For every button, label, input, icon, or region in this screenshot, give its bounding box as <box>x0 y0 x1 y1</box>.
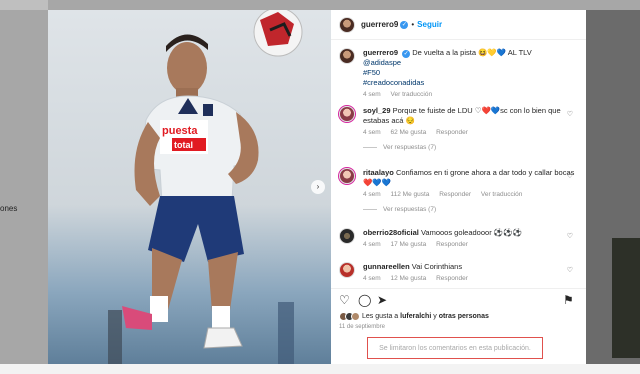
save-bookmark-icon[interactable]: ⚑ <box>563 293 574 307</box>
like-comment-heart-icon[interactable]: ♡ <box>567 266 573 274</box>
translate-link[interactable]: Ver traducción <box>391 91 433 98</box>
comment-panel: guerrero9 ✓ • Seguir guerrero9 ✓ De vuel… <box>331 10 586 364</box>
caption-username[interactable]: guerrero9 <box>363 48 398 57</box>
likes-prefix: Les gusta a <box>362 312 399 320</box>
likes-summary: Les gusta a luferalchi y otras personas <box>339 310 579 322</box>
like-heart-icon[interactable]: ♡ <box>339 293 350 307</box>
post-actions-bar: ♡ ◯ ➤ ⚑ <box>331 288 586 310</box>
comment-text: Vai Corinthians <box>411 262 463 271</box>
view-replies-link[interactable]: Ver respuestas (7) <box>363 144 579 151</box>
post-date: 11 de septiembre <box>339 324 385 330</box>
comment-text: Confiamos en ti grone ahora a dar todo y… <box>363 168 575 187</box>
reply-button[interactable]: Responder <box>436 129 468 136</box>
commenter-avatar[interactable] <box>339 262 355 278</box>
view-replies-link[interactable]: Ver respuestas (7) <box>363 206 579 213</box>
list-item: soyl_29 Porque te fuiste de LDU ♡❤️💙sc c… <box>339 106 579 151</box>
like-comment-heart-icon[interactable]: ♡ <box>567 232 573 240</box>
reply-button[interactable]: Responder <box>436 241 468 248</box>
caption-time: 4 sem <box>363 91 381 98</box>
comments-limited-notice: Se limitaron los comentarios en esta pub… <box>367 337 543 359</box>
comment-meta: 4 sem 112 Me gusta Responder Ver traducc… <box>363 191 579 198</box>
separator-dot: • <box>411 20 415 29</box>
comment-text-block: ritaalayo Confiamos en ti grone ahora a … <box>363 168 579 188</box>
comment-text-block: soyl_29 Porque te fuiste de LDU ♡❤️💙sc c… <box>363 106 579 126</box>
caption-text: De vuelta a la pista 😆💛💙 AL TLV <box>412 48 532 57</box>
reply-button[interactable]: Responder <box>436 275 468 282</box>
verified-badge-icon: ✓ <box>400 20 409 29</box>
caption-mention[interactable]: @adidaspe <box>363 58 401 67</box>
comment-likes[interactable]: 112 Me gusta <box>391 191 430 198</box>
comment-text: Vamooos goleadooor ⚽⚽⚽ <box>420 228 522 237</box>
comment-text-block: oberrio28oficial Vamooos goleadooor ⚽⚽⚽ <box>363 228 579 238</box>
verified-badge-icon: ✓ <box>402 50 411 58</box>
comment-time: 4 sem <box>363 191 381 198</box>
comment-meta: 4 sem 17 Me gusta Responder <box>363 241 579 248</box>
list-item: oberrio28oficial Vamooos goleadooor ⚽⚽⚽ … <box>339 228 579 248</box>
caption-avatar[interactable] <box>339 48 355 64</box>
carousel-next-button[interactable]: › <box>311 180 325 194</box>
author-avatar[interactable] <box>339 16 355 33</box>
top-band <box>0 0 640 10</box>
share-send-icon[interactable]: ➤ <box>377 293 387 307</box>
caption-text-block: guerrero9 ✓ De vuelta a la pista 😆💛💙 AL … <box>363 48 579 88</box>
caption-hashtag[interactable]: #F50 <box>363 68 380 77</box>
comment-text: Porque te fuiste de LDU ♡❤️💙sc con lo bi… <box>363 106 561 125</box>
comment-likes[interactable]: 17 Me gusta <box>391 241 427 248</box>
jersey-sponsor-bottom: total <box>174 140 193 150</box>
background-thumbnail <box>612 238 640 358</box>
reply-button[interactable]: Responder <box>439 191 471 198</box>
commenter-username[interactable]: ritaalayo <box>363 168 394 177</box>
commenter-username[interactable]: gunnareellen <box>363 262 410 271</box>
comment-meta: 4 sem 12 Me gusta Responder <box>363 275 579 282</box>
like-comment-heart-icon[interactable]: ♡ <box>567 110 573 118</box>
post-header: guerrero9 ✓ • Seguir <box>331 10 586 40</box>
liker-avatars <box>339 311 360 321</box>
caption: guerrero9 ✓ De vuelta a la pista 😆💛💙 AL … <box>339 48 579 98</box>
jersey-sponsor-top: puesta <box>162 125 198 137</box>
commenter-avatar[interactable] <box>339 168 355 184</box>
like-comment-heart-icon[interactable]: ♡ <box>567 172 573 180</box>
comment-time: 4 sem <box>363 241 381 248</box>
follow-button[interactable]: Seguir <box>417 20 442 29</box>
likes-and: y <box>433 312 437 320</box>
list-item: gunnareellen Vai Corinthians 4 sem 12 Me… <box>339 262 579 282</box>
likes-user[interactable]: luferalchi <box>400 313 431 320</box>
comment-text-block: gunnareellen Vai Corinthians <box>363 262 579 272</box>
list-item: ritaalayo Confiamos en ti grone ahora a … <box>339 168 579 213</box>
background-text: ones <box>0 204 18 213</box>
player-illustration: puesta total <box>108 10 303 364</box>
comment-bubble-icon[interactable]: ◯ <box>358 293 371 307</box>
comment-likes[interactable]: 12 Me gusta <box>391 275 427 282</box>
comment-likes[interactable]: 62 Me gusta <box>391 129 427 136</box>
background-page-sliver <box>0 0 48 374</box>
caption-hashtag[interactable]: #creadoconadidas <box>363 78 424 87</box>
comment-time: 4 sem <box>363 275 381 282</box>
comment-meta: 4 sem 62 Me gusta Responder <box>363 129 579 136</box>
comment-time: 4 sem <box>363 129 381 136</box>
commenter-avatar[interactable] <box>339 228 355 244</box>
post-photo[interactable]: puesta total <box>48 10 331 364</box>
bottom-band <box>0 364 640 374</box>
author-username[interactable]: guerrero9 <box>361 20 398 29</box>
translate-link[interactable]: Ver traducción <box>481 191 523 198</box>
caption-meta: 4 sem Ver traducción <box>363 91 579 98</box>
likes-others-link[interactable]: otras personas <box>439 313 489 320</box>
commenter-avatar[interactable] <box>339 106 355 122</box>
comments-list: guerrero9 ✓ De vuelta a la pista 😆💛💙 AL … <box>331 40 586 288</box>
commenter-username[interactable]: oberrio28oficial <box>363 228 419 237</box>
commenter-username[interactable]: soyl_29 <box>363 106 391 115</box>
